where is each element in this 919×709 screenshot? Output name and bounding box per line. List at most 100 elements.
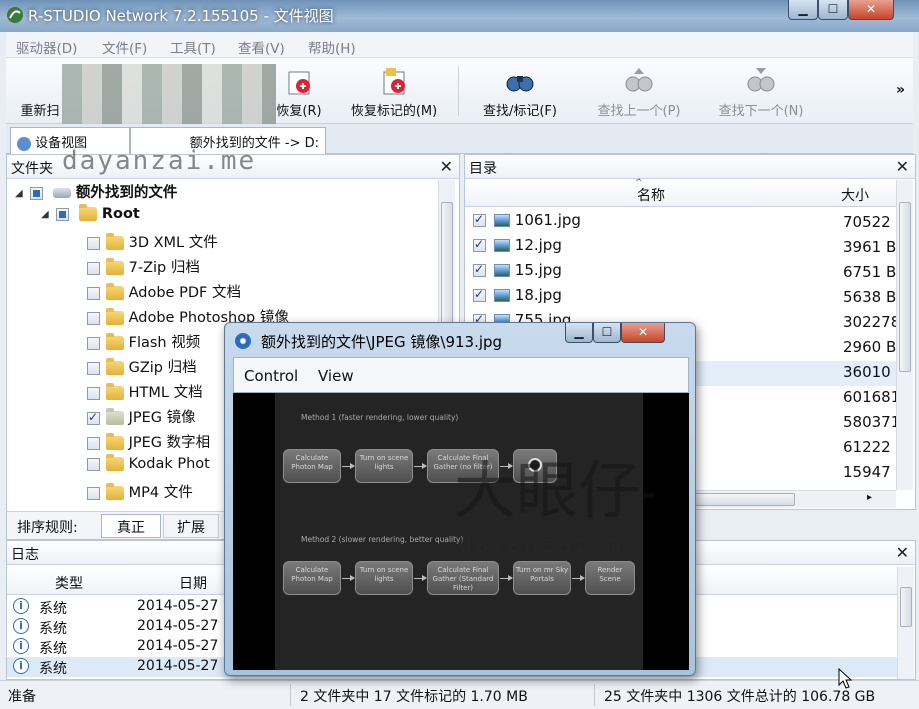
recover-button[interactable]: 恢复(R) xyxy=(268,58,330,122)
column-size[interactable]: 大小 xyxy=(841,185,897,205)
folder-icon xyxy=(106,483,124,500)
status-bar: 准备 2 文件夹中 17 文件标记的 1.70 MB 25 文件夹中 1306 … xyxy=(0,680,919,709)
folders-pane-close-icon[interactable]: ✕ xyxy=(440,157,453,176)
folder-icon xyxy=(106,308,124,325)
scrollbar-thumb[interactable] xyxy=(899,202,911,372)
tree-item-label: MP4 文件 xyxy=(128,485,193,501)
scroll-right-icon[interactable]: ▸ xyxy=(867,492,872,503)
menu-help[interactable]: 帮助(H) xyxy=(308,37,356,57)
find-mark-button[interactable]: 查找/标记(F) xyxy=(468,58,572,122)
file-row[interactable]: 1061.jpg 70522 xyxy=(465,211,896,236)
minimize-button[interactable]: ▁ xyxy=(788,0,818,20)
tree-item-label: Adobe PDF 文档 xyxy=(128,285,241,301)
log-type: 系统 xyxy=(39,621,67,637)
tree-folder-item[interactable]: JPEG 镜像 xyxy=(87,406,196,431)
tree-item-root[interactable]: ◢ Root xyxy=(41,204,140,231)
menu-file[interactable]: 文件(F) xyxy=(102,37,147,57)
rescan-button[interactable]: 重新扫 xyxy=(12,58,68,122)
checkbox[interactable] xyxy=(87,311,100,325)
checkbox[interactable] xyxy=(87,361,100,375)
file-size: 5638 B xyxy=(843,288,897,306)
preview-close-button[interactable]: ✕ xyxy=(621,323,665,343)
menu-drives[interactable]: 驱动器(D) xyxy=(16,37,77,57)
log-pane-close-icon[interactable]: ✕ xyxy=(896,543,909,562)
toolbar-overflow-button[interactable]: » xyxy=(896,82,905,98)
tree-item-label: JPEG 镜像 xyxy=(128,410,196,426)
tree-folder-item[interactable]: Kodak Phot xyxy=(87,454,210,481)
checkbox[interactable] xyxy=(87,486,100,500)
close-button[interactable]: ✕ xyxy=(848,0,894,20)
column-date[interactable]: 日期 xyxy=(179,573,207,593)
tree-item-label: Kodak Phot xyxy=(128,456,210,472)
tree-folder-item[interactable]: Adobe PDF 文档 xyxy=(87,281,241,306)
checkbox[interactable] xyxy=(87,386,100,400)
tree-item-label: HTML 文档 xyxy=(128,385,203,401)
file-size: 2960 B xyxy=(843,338,897,356)
preview-maximize-button[interactable]: ☐ xyxy=(593,323,621,343)
collapse-icon[interactable]: ◢ xyxy=(15,188,25,199)
menu-tools[interactable]: 工具(T) xyxy=(170,37,216,57)
checkbox[interactable] xyxy=(87,236,100,250)
find-next-button[interactable]: 查找下一个(N) xyxy=(704,58,818,122)
column-name[interactable]: 名称 xyxy=(637,185,665,205)
checkbox[interactable] xyxy=(473,237,486,252)
title-bar: R-STUDIO Network 7.2.155105 - 文件视图 ▁ ☐ ✕ xyxy=(0,0,919,32)
file-size: 580371 xyxy=(843,413,897,431)
file-name: 15.jpg xyxy=(514,261,562,279)
window-title: R-STUDIO Network 7.2.155105 - 文件视图 xyxy=(28,7,334,25)
contents-pane-header: 目录 ✕ xyxy=(465,155,915,179)
tree-folder-item[interactable]: 3D XML 文件 xyxy=(87,231,218,256)
contents-scrollbar[interactable] xyxy=(896,180,913,490)
checkbox[interactable] xyxy=(87,457,100,471)
checkbox[interactable] xyxy=(87,261,100,275)
checkbox[interactable] xyxy=(55,207,69,221)
checkbox[interactable] xyxy=(29,186,43,200)
log-type: 系统 xyxy=(39,641,67,657)
file-row[interactable]: 12.jpg 3961 B xyxy=(465,236,896,261)
tree-folder-item[interactable]: JPEG 数字相 xyxy=(87,431,210,456)
file-row[interactable]: 18.jpg 5638 B xyxy=(465,286,896,311)
collapse-icon[interactable]: ◢ xyxy=(41,209,51,220)
checkbox[interactable] xyxy=(473,262,486,277)
tree-folder-item[interactable]: MP4 文件 xyxy=(87,481,193,506)
menu-view[interactable]: 查看(V) xyxy=(238,37,285,57)
sort-tab-extension[interactable]: 扩展 xyxy=(163,514,219,538)
sort-tab-real[interactable]: 真正 xyxy=(101,514,161,538)
r-studio-app-icon xyxy=(7,7,23,23)
log-scrollbar[interactable] xyxy=(897,567,914,679)
m1-node: Turn on scene lights xyxy=(355,449,413,483)
maximize-button[interactable]: ☐ xyxy=(818,0,848,20)
preview-menu-bar: Control View xyxy=(233,357,689,393)
preview-menu-control[interactable]: Control xyxy=(244,367,298,385)
checkbox[interactable] xyxy=(473,212,486,227)
contents-pane-close-icon[interactable]: ✕ xyxy=(896,157,909,176)
column-type[interactable]: 类型 xyxy=(55,573,83,593)
status-total: 25 文件夹中 1306 文件总计的 106.78 GB xyxy=(604,689,876,705)
tree-folder-item[interactable]: Flash 视频 xyxy=(87,331,200,356)
tree-folder-item[interactable]: GZip 归档 xyxy=(87,356,197,381)
tree-folder-item[interactable]: HTML 文档 xyxy=(87,381,203,406)
preview-minimize-button[interactable]: ▁ xyxy=(565,323,593,343)
recover-marked-button[interactable]: 恢复标记的(M) xyxy=(342,58,446,122)
file-size: 15947 xyxy=(843,463,891,481)
log-date: 2014-05-27 xyxy=(137,598,219,614)
folders-pane-title: 文件夹 xyxy=(11,161,53,177)
tree-item-label: 3D XML 文件 xyxy=(128,235,218,251)
tree-folder-item[interactable]: 7-Zip 归档 xyxy=(87,256,200,281)
flow-arrow xyxy=(572,575,585,581)
checkbox[interactable] xyxy=(87,436,100,450)
recover-icon xyxy=(288,71,310,95)
find-previous-button[interactable]: 查找上一个(P) xyxy=(582,58,696,122)
method1-label: Method 1 (faster rendering, lower qualit… xyxy=(301,413,459,422)
checkbox[interactable] xyxy=(87,410,100,425)
scrollbar-thumb[interactable] xyxy=(900,587,912,627)
checkbox[interactable] xyxy=(87,286,100,300)
tree-root-found-files[interactable]: ◢ 额外找到的文件 xyxy=(15,181,177,206)
drive-icon xyxy=(53,188,72,198)
log-date: 2014-05-27 xyxy=(137,638,219,654)
checkbox[interactable] xyxy=(473,287,486,302)
preview-menu-view[interactable]: View xyxy=(318,367,354,385)
checkbox[interactable] xyxy=(87,336,100,350)
file-row[interactable]: 15.jpg 6751 B xyxy=(465,261,896,286)
image-file-icon xyxy=(494,239,510,252)
